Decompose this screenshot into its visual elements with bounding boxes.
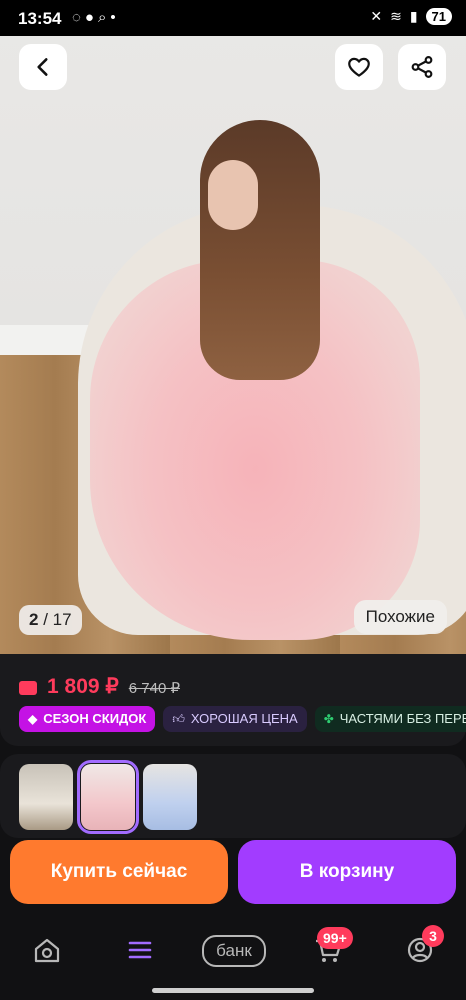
search-icon: ⌕ (97, 9, 111, 26)
chat-bubble-icon: ◌ (72, 9, 85, 26)
badge-good-price[interactable]: 👍︎ ХОРОШАЯ ЦЕНА (163, 706, 307, 732)
price-card: 1 809 ₽ 6 740 ₽ ◆ СЕЗОН СКИДОК 👍︎ ХОРОША… (0, 654, 466, 746)
gallery-total: 17 (52, 610, 72, 629)
thumbs-up-icon: 👍︎ (172, 712, 185, 726)
back-arrow-icon (37, 58, 48, 76)
gallery-current: 2 (29, 610, 39, 629)
heart-icon (348, 57, 370, 77)
similar-button[interactable]: Похожие (353, 600, 447, 634)
signal-icon: ▮ (409, 8, 418, 24)
badge-season-sale[interactable]: ◆ СЕЗОН СКИДОК (19, 706, 156, 732)
wifi-icon: ≋ (390, 8, 402, 24)
battery-icon: 71 (425, 8, 452, 25)
badge-label: СЕЗОН СКИДОК (43, 711, 147, 726)
cart-count-badge: 99+ (317, 927, 353, 949)
favorite-button[interactable] (335, 44, 383, 90)
gallery-counter: 2 / 17 (19, 605, 82, 635)
nav-bank[interactable]: банк (202, 935, 266, 967)
variant-thumbnails (0, 754, 466, 838)
status-time: 13:54 (18, 9, 62, 28)
thumbnail-white-dress[interactable] (19, 764, 73, 830)
thumbnail-pink-dress[interactable] (77, 760, 139, 834)
nav-catalog[interactable] (120, 933, 160, 967)
home-indicator[interactable] (152, 988, 314, 993)
product-photo[interactable] (0, 0, 466, 655)
tag-icon: ◆ (28, 712, 38, 726)
message-icon: ● (84, 9, 98, 26)
badge-row: ◆ СЕЗОН СКИДОК 👍︎ ХОРОШАЯ ЦЕНА ✤ ЧАСТЯМИ… (19, 706, 466, 732)
thumbnail-blue-dress[interactable] (143, 764, 197, 830)
notification-icons: ◌●⌕• (72, 9, 120, 26)
dot-icon: • (110, 9, 120, 26)
add-to-cart-button[interactable]: В корзину (238, 840, 456, 904)
share-button[interactable] (398, 44, 446, 90)
badge-label: ЧАСТЯМИ БЕЗ ПЕРЕП (339, 711, 466, 726)
mute-icon: ✕ (370, 8, 383, 24)
profile-notification-badge: 3 (422, 925, 444, 947)
wallet-icon (19, 681, 37, 695)
current-price: 1 809 ₽ (47, 675, 119, 698)
badge-label: ХОРОШАЯ ЦЕНА (190, 711, 298, 726)
status-bar: 13:54 ◌●⌕• ✕ ≋ ▮ 71 (0, 0, 466, 36)
old-price: 6 740 ₽ (128, 680, 180, 697)
back-button[interactable] (19, 44, 67, 90)
menu-icon (128, 941, 152, 959)
home-search-icon (34, 938, 60, 963)
nav-home[interactable] (27, 933, 67, 967)
buy-now-button[interactable]: Купить сейчас (10, 840, 228, 904)
clover-icon: ✤ (323, 712, 334, 726)
badge-installments[interactable]: ✤ ЧАСТЯМИ БЕЗ ПЕРЕП (314, 706, 466, 732)
share-icon (411, 56, 433, 78)
